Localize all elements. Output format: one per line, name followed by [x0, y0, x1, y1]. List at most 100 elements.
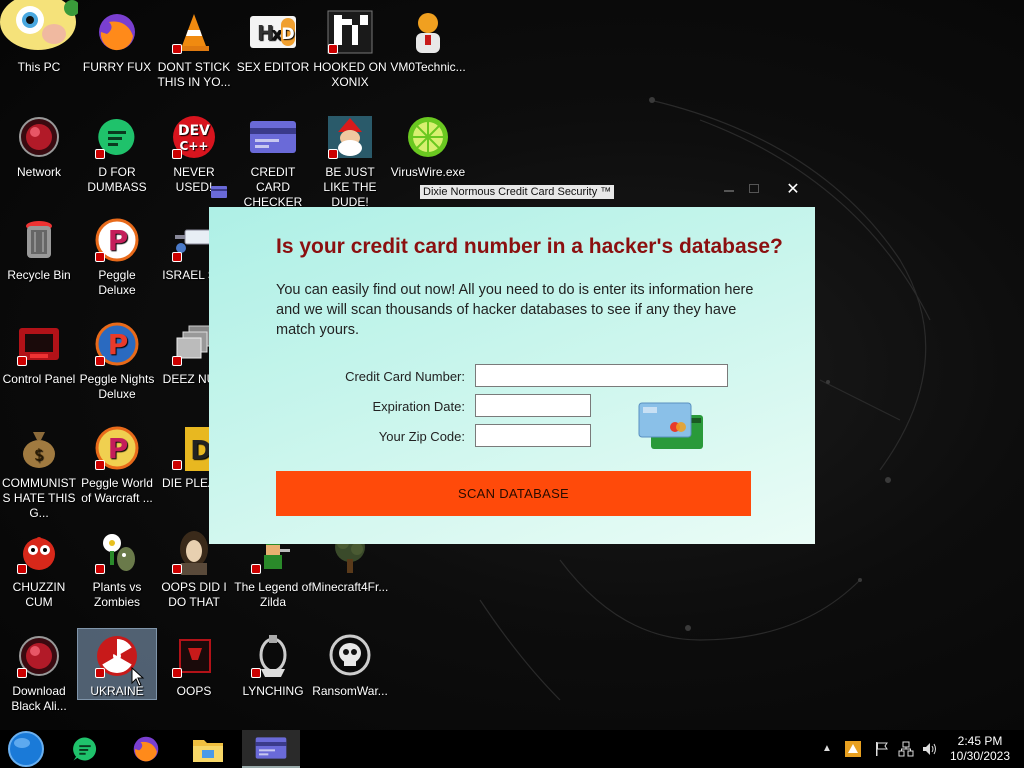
zip-code-input[interactable]: [475, 424, 591, 447]
desktop-icon-d-for-dumbass[interactable]: D FOR DUMBASS: [78, 113, 156, 195]
peggle-nights-icon: P: [93, 320, 141, 368]
desktop-icon-recycle-bin[interactable]: Recycle Bin: [0, 216, 78, 283]
lime-icon: [404, 113, 452, 161]
minimize-button[interactable]: [724, 190, 734, 192]
firefox-icon: [93, 8, 141, 56]
credit-card-icon: [211, 186, 227, 198]
desktop-icon-peggle-deluxe[interactable]: P Peggle Deluxe: [78, 216, 156, 298]
maximize-button[interactable]: [749, 184, 759, 193]
control-panel-icon: [15, 320, 63, 368]
desktop-icon-label: FURRY FUX: [82, 60, 152, 74]
desktop-icon-peggle-nights[interactable]: P Peggle Nights Deluxe: [78, 320, 156, 402]
desktop-icon-ukraine[interactable]: UKRAINE: [77, 628, 157, 700]
dialog-heading: Is your credit card number in a hacker's…: [276, 235, 783, 258]
volume-icon[interactable]: [921, 741, 939, 757]
technician-icon: [404, 8, 452, 56]
peggle-icon: P: [93, 216, 141, 264]
desktop-icon-label: LYNCHING: [242, 684, 304, 698]
expiration-date-input[interactable]: [475, 394, 591, 417]
shortcut-arrow-icon: [251, 564, 261, 574]
desktop-icon-label: Peggle World of Warcraft ...: [81, 476, 153, 505]
popup-titlebar[interactable]: Dixie Normous Credit Card Security ™ ✕: [209, 180, 815, 207]
recycle-bin-icon: [15, 216, 63, 264]
shortcut-arrow-icon: [172, 356, 182, 366]
app-tray-icon[interactable]: [844, 741, 862, 757]
shortcut-arrow-icon: [172, 460, 182, 470]
card-number-label: Credit Card Number:: [345, 369, 465, 384]
desktop-icon-network[interactable]: Network: [0, 113, 78, 180]
desktop-icon-peggle-wow[interactable]: P Peggle World of Warcraft ...: [78, 424, 156, 506]
shortcut-arrow-icon: [172, 668, 182, 678]
close-button[interactable]: ✕: [783, 180, 803, 200]
desktop-icon-label: OOPS: [176, 684, 212, 698]
skull-icon: [326, 632, 374, 680]
desktop-icon-download-black-alien[interactable]: Download Black Ali...: [0, 632, 78, 714]
dialog-description: You can easily find out now! All you nee…: [276, 282, 754, 338]
taskbar-credit-card-checker[interactable]: [242, 730, 300, 768]
desktop-icon-label: Peggle Deluxe: [98, 268, 136, 297]
flag-icon[interactable]: [873, 741, 891, 757]
desktop-icon-label: HOOKED ON XONIX: [313, 60, 387, 89]
desktop-icon-viruswire[interactable]: VirusWire.exe: [389, 113, 467, 180]
alien-orb-icon: [15, 632, 63, 680]
svg-text:$: $: [34, 445, 44, 464]
desktop-icon-label: Peggle Nights Deluxe: [79, 372, 155, 401]
desktop-icon-oops[interactable]: OOPS: [155, 632, 233, 699]
desktop-icon-communists[interactable]: $ COMMUNISTS HATE THIS G...: [0, 424, 78, 521]
svg-text:D: D: [281, 24, 294, 43]
start-button[interactable]: [2, 730, 50, 768]
taskbar-file-explorer[interactable]: [184, 730, 232, 768]
svg-text:C++: C++: [180, 139, 209, 153]
desktop-icon-label: The Legend of Zilda: [234, 580, 312, 609]
expiration-date-label: Expiration Date:: [372, 399, 466, 414]
clock-time: 2:45 PM: [957, 734, 1003, 748]
desktop-icon-furry-fux[interactable]: FURRY FUX: [78, 8, 156, 75]
peggle-wow-icon: P: [93, 424, 141, 472]
desktop-icon-chuzzin[interactable]: CHUZZIN CUM: [0, 528, 78, 610]
svg-text:P: P: [108, 432, 129, 465]
desktop-icon-label: Plants vs Zombies: [92, 580, 142, 609]
desktop-icon-plants-vs-zombies[interactable]: Plants vs Zombies: [78, 528, 156, 610]
credit-cards-icon: [638, 402, 703, 449]
chevron-up-icon[interactable]: ▲: [820, 743, 834, 759]
scan-database-button[interactable]: SCAN DATABASE: [276, 471, 751, 516]
santa-icon: [326, 113, 374, 161]
clock-date: 10/30/2023: [949, 749, 1011, 763]
xonix-icon: [326, 8, 374, 56]
desktop-icon-vm0technician[interactable]: VM0Technic...: [389, 8, 467, 75]
devcpp-icon: DEV C++: [170, 113, 218, 161]
desktop-icon-lynching[interactable]: LYNCHING: [234, 632, 312, 699]
svg-text:P: P: [108, 328, 129, 361]
desktop-icon-label: Recycle Bin: [7, 268, 71, 282]
shortcut-arrow-icon: [95, 149, 105, 159]
firefox-icon: [133, 736, 159, 762]
desktop-icon-label: VM0Technic...: [390, 60, 466, 74]
zip-code-label: Your Zip Code:: [378, 429, 465, 444]
credit-card-icon: [249, 113, 297, 161]
shortcut-arrow-icon: [328, 44, 338, 54]
taskbar-firefox[interactable]: [122, 730, 170, 768]
desktop-icon-label: Download Black Ali...: [11, 684, 67, 713]
popup-title: Dixie Normous Credit Card Security ™: [420, 185, 615, 199]
desktop-icon-label: D FOR DUMBASS: [87, 165, 147, 194]
system-clock[interactable]: 2:45 PM 10/30/2023: [940, 734, 1020, 764]
desktop-icon-control-panel[interactable]: Control Panel: [0, 320, 78, 387]
shortcut-arrow-icon: [17, 564, 27, 574]
shortcut-arrow-icon: [95, 564, 105, 574]
credit-card-icon: [255, 737, 287, 759]
credit-card-security-dialog: Is your credit card number in a hacker's…: [209, 207, 815, 544]
desktop-icon-this-pc[interactable]: This PC: [0, 0, 78, 75]
desktop-icon-hooked-on-xonix[interactable]: HOOKED ON XONIX: [311, 8, 389, 90]
desktop-icon-sex-editor[interactable]: HxD SEX EDITOR: [234, 8, 312, 75]
network-icon[interactable]: [897, 741, 915, 757]
desktop-icon-dont-stick[interactable]: DONT STICK THIS IN YO...: [155, 8, 233, 90]
desktop-icon-label: This PC: [17, 60, 61, 74]
vlc-cone-icon: [170, 8, 218, 56]
taskbar-chat-app[interactable]: [61, 730, 109, 768]
shortcut-arrow-icon: [17, 356, 27, 366]
shortcut-arrow-icon: [95, 356, 105, 366]
card-number-input[interactable]: [475, 364, 728, 387]
desktop-icon-ransomware[interactable]: RansomWar...: [311, 632, 389, 699]
noose-icon: [249, 632, 297, 680]
shortcut-arrow-icon: [95, 252, 105, 262]
